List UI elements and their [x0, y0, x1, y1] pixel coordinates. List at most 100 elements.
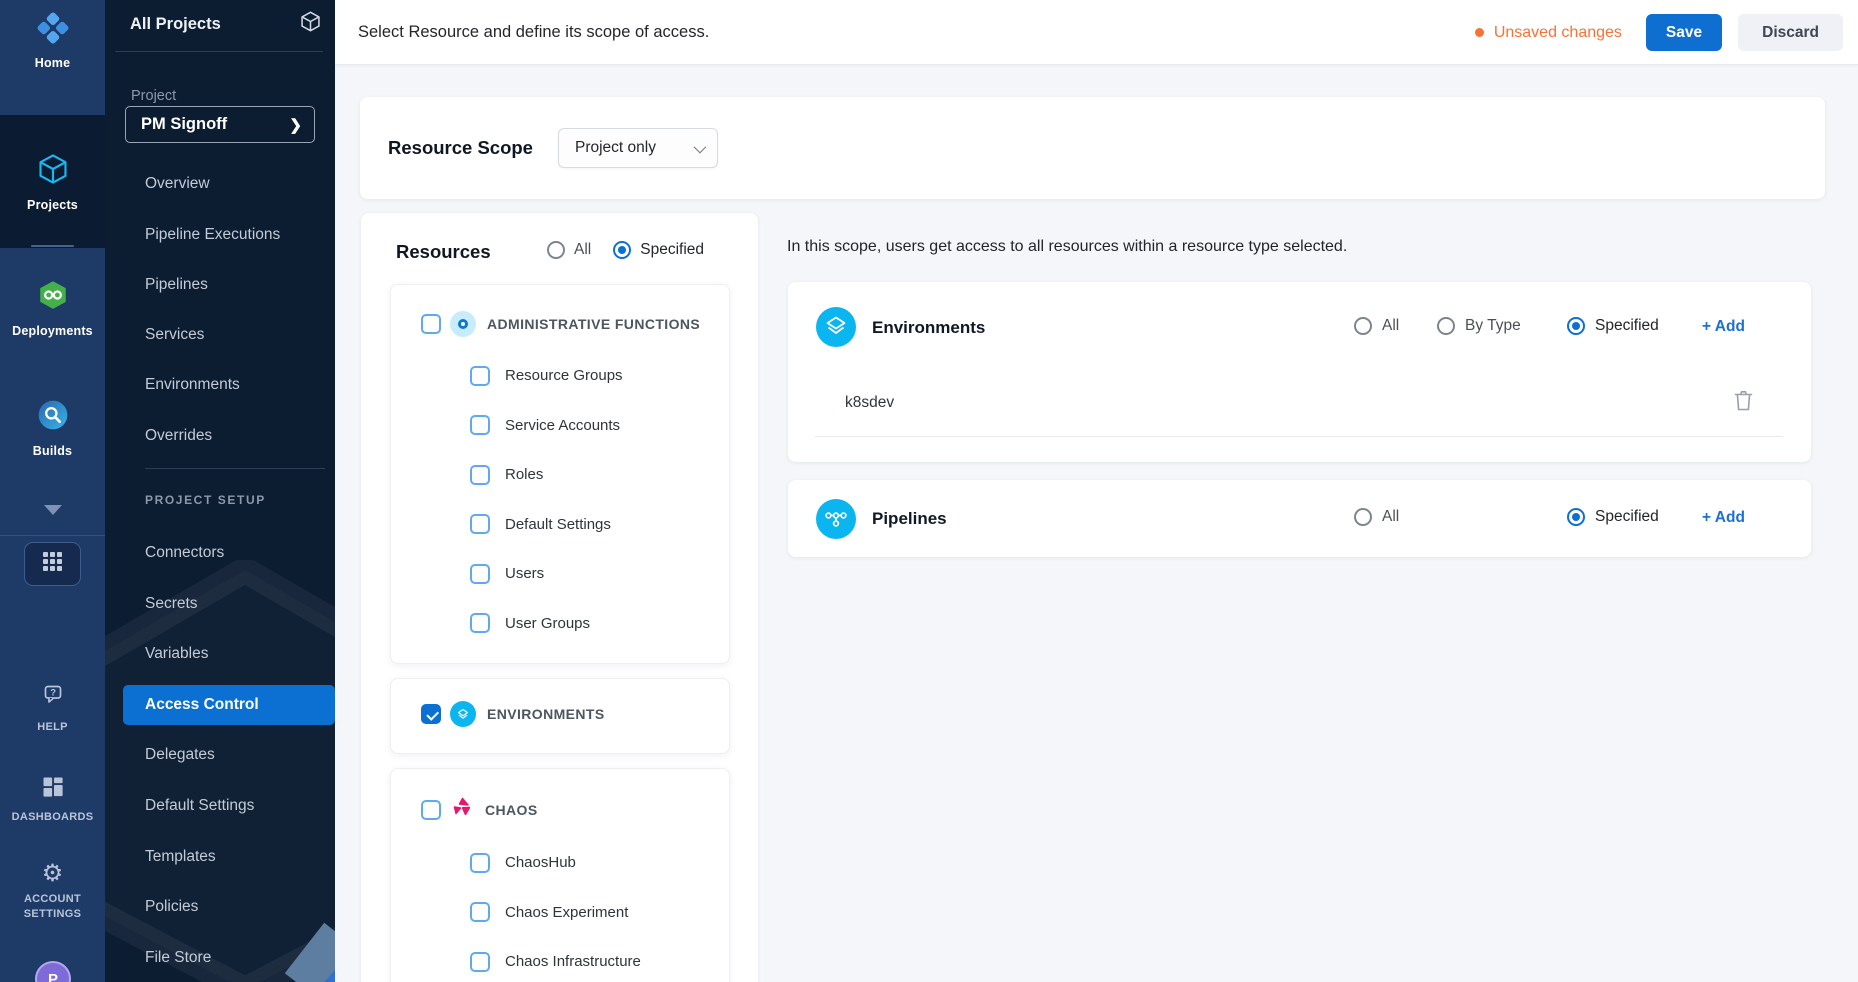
- checkbox-chaos-experiment[interactable]: [470, 902, 490, 922]
- rail-label-account-settings: ACCOUNT SETTINGS: [24, 892, 81, 922]
- app-root: Home Projects Deplo: [0, 0, 1858, 982]
- checkbox-default-settings[interactable]: [470, 514, 490, 534]
- rail-item-deployments[interactable]: Deployments: [0, 278, 105, 338]
- environments-icon: [450, 701, 476, 727]
- resources-mode-radio-group: All Specified: [547, 241, 704, 259]
- radio-resources-all[interactable]: All: [547, 241, 591, 259]
- pipelines-icon: [816, 499, 856, 539]
- sidebar-item-secrets[interactable]: Secrets: [105, 584, 335, 624]
- sidebar-item-access-control[interactable]: Access Control: [123, 685, 335, 725]
- radio-icon: [613, 241, 631, 259]
- resource-child-row: User Groups: [470, 599, 729, 649]
- sidebar-item-connectors[interactable]: Connectors: [105, 533, 335, 573]
- unsaved-changes-label: Unsaved changes: [1494, 24, 1622, 42]
- sidebar-divider: [145, 468, 325, 469]
- resource-group-chaos: CHAOS ChaosHub Chaos Experiment Chaos In…: [390, 768, 730, 982]
- rail-item-builds[interactable]: Builds: [0, 398, 105, 458]
- sidebar-item-overrides[interactable]: Overrides: [105, 416, 335, 456]
- apps-grid-icon: [42, 551, 63, 577]
- rail-item-home[interactable]: Home: [0, 12, 105, 70]
- rail-label-deployments: Deployments: [12, 324, 93, 338]
- checkbox-roles[interactable]: [470, 465, 490, 485]
- checkbox-users[interactable]: [470, 564, 490, 584]
- resource-scope-card: Resource Scope Project only: [360, 97, 1825, 199]
- all-projects-cube-icon: [299, 10, 322, 38]
- rail-item-help[interactable]: ? HELP: [0, 683, 105, 735]
- checkbox-chaos[interactable]: [421, 800, 441, 820]
- resource-child-row: ChaosHub: [470, 838, 729, 888]
- project-sidebar: All Projects Project PM Signoff ❯ Overvi…: [105, 0, 335, 982]
- checkbox-environments[interactable]: [421, 704, 441, 724]
- module-rail: Home Projects Deplo: [0, 0, 105, 982]
- radio-resources-specified[interactable]: Specified: [613, 241, 704, 259]
- pipelines-add-button[interactable]: + Add: [1702, 509, 1745, 527]
- checkbox-administrative-functions[interactable]: [421, 314, 441, 334]
- page-title: Select Resource and define its scope of …: [358, 23, 709, 42]
- sidebar-item-pipelines[interactable]: Pipelines: [105, 265, 335, 305]
- rail-item-projects[interactable]: Projects: [0, 115, 105, 248]
- sidebar-item-file-store[interactable]: File Store: [105, 938, 335, 978]
- sidebar-item-default-settings[interactable]: Default Settings: [105, 786, 335, 826]
- sidebar-item-delegates[interactable]: Delegates: [105, 735, 335, 775]
- sidebar-item-templates[interactable]: Templates: [105, 837, 335, 877]
- resource-child-row: Users: [470, 549, 729, 599]
- rail-divider: [31, 245, 74, 247]
- project-select-value: PM Signoff: [141, 115, 227, 134]
- environments-card-title: Environments: [872, 318, 985, 338]
- page-toolbar: Select Resource and define its scope of …: [335, 0, 1858, 65]
- environments-icon: [816, 307, 856, 347]
- radio-pipelines-all[interactable]: All: [1354, 508, 1399, 526]
- user-avatar[interactable]: P: [35, 961, 71, 982]
- rail-collapse-chevron[interactable]: [0, 505, 105, 515]
- rail-label-builds: Builds: [33, 444, 72, 458]
- all-projects-link[interactable]: All Projects: [130, 10, 322, 38]
- sidebar-item-services[interactable]: Services: [105, 315, 335, 355]
- sidebar-item-policies[interactable]: Policies: [105, 887, 335, 927]
- radio-icon: [1437, 317, 1455, 335]
- radio-environments-all[interactable]: All: [1354, 317, 1399, 335]
- project-select[interactable]: PM Signoff ❯: [125, 106, 315, 143]
- sidebar-divider: [115, 51, 323, 52]
- rail-label-home: Home: [35, 56, 71, 70]
- checkbox-service-accounts[interactable]: [470, 415, 490, 435]
- home-diamond-icon: [37, 12, 69, 49]
- resource-child-row: Chaos Infrastructure: [470, 937, 729, 982]
- gear-icon: ⚙: [42, 862, 64, 886]
- sidebar-item-variables[interactable]: Variables: [105, 634, 335, 674]
- resource-scope-dropdown[interactable]: Project only: [558, 128, 718, 168]
- chevron-down-icon: [694, 140, 707, 153]
- checkbox-chaoshub[interactable]: [470, 853, 490, 873]
- rail-label-dashboards: DASHBOARDS: [12, 810, 94, 825]
- admin-functions-icon: [450, 311, 476, 337]
- rail-item-dashboards[interactable]: DASHBOARDS: [0, 775, 105, 825]
- rail-item-account-settings[interactable]: ⚙ ACCOUNT SETTINGS: [0, 862, 105, 922]
- resource-child-row: Resource Groups: [470, 351, 729, 401]
- resource-child-row: Default Settings: [470, 500, 729, 550]
- builds-circle-icon: [36, 398, 70, 437]
- rail-label-projects: Projects: [27, 198, 78, 212]
- resource-child-row: Roles: [470, 450, 729, 500]
- environment-item-k8sdev: k8sdev: [845, 394, 894, 412]
- checkbox-resource-groups[interactable]: [470, 366, 490, 386]
- pipelines-scope-card: Pipelines All Specified + Add: [788, 480, 1811, 557]
- project-field-label: Project: [131, 88, 176, 104]
- environments-add-button[interactable]: + Add: [1702, 318, 1745, 336]
- sidebar-item-environments[interactable]: Environments: [105, 365, 335, 405]
- save-button[interactable]: Save: [1646, 14, 1722, 51]
- module-picker-button[interactable]: [24, 542, 81, 586]
- environments-scope-card: Environments All By Type Specified + Add…: [788, 282, 1811, 462]
- radio-icon: [1354, 317, 1372, 335]
- discard-button[interactable]: Discard: [1738, 14, 1843, 51]
- resource-group-administrative-functions: ADMINISTRATIVE FUNCTIONS Resource Groups…: [390, 284, 730, 664]
- radio-environments-by-type[interactable]: By Type: [1437, 317, 1521, 335]
- checkbox-chaos-infrastructure[interactable]: [470, 952, 490, 972]
- radio-environments-specified[interactable]: Specified: [1567, 317, 1659, 335]
- radio-pipelines-specified[interactable]: Specified: [1567, 508, 1659, 526]
- sidebar-item-pipeline-executions[interactable]: Pipeline Executions: [105, 215, 335, 255]
- radio-icon: [1567, 317, 1585, 335]
- dashboards-grid-icon: [41, 775, 65, 804]
- unsaved-changes-badge: Unsaved changes: [1475, 24, 1622, 42]
- checkbox-user-groups[interactable]: [470, 613, 490, 633]
- trash-icon[interactable]: [1733, 389, 1754, 418]
- sidebar-item-overview[interactable]: Overview: [105, 164, 335, 204]
